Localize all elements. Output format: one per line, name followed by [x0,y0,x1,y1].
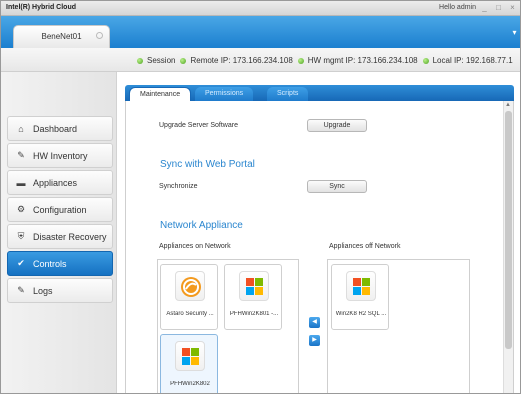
user-greeting: Hello admin [439,4,476,11]
sidebar-item-hw-inventory[interactable]: ✎ HW Inventory [7,143,113,168]
controls-icon: ✔ [17,258,25,268]
network-section-title: Network Appliance [160,220,243,231]
content-scrollbar[interactable]: ▲ [503,101,513,393]
sidebar-item-label: Controls [33,258,67,269]
appliance-name: Win2K8 R2 SQL ... [335,311,387,317]
tab-scripts[interactable]: Scripts [267,87,309,101]
move-right-arrow-icon[interactable]: ▶ [309,335,320,346]
inventory-icon: ✎ [17,150,25,160]
sync-button[interactable]: Sync [307,180,367,193]
on-network-label: Appliances on Network [159,243,231,250]
main-panel: Maintenance Permissions Scripts Upgrade … [125,85,514,393]
status-dot-icon [137,57,143,64]
top-banner: BeneNet01 ▾ [1,16,520,48]
sync-section-title: Sync with Web Portal [160,159,255,170]
appliance-name: PFHWin2K802 [170,381,210,387]
appliance-tile[interactable]: Win2K8 R2 SQL ... [331,264,389,330]
sidebar: ⌂ Dashboard ✎ HW Inventory ▬ Appliances … [1,72,117,393]
move-left-arrow-icon[interactable]: ◀ [309,317,320,328]
sidebar-nav: ⌂ Dashboard ✎ HW Inventory ▬ Appliances … [7,116,113,305]
sidebar-item-label: Disaster Recovery [33,231,107,242]
close-icon[interactable]: × [507,3,518,13]
sidebar-item-dashboard[interactable]: ⌂ Dashboard [7,116,113,141]
sidebar-item-logs[interactable]: ✎ Logs [7,278,113,303]
session-status: Session [137,56,175,65]
title-bar: Intel(R) Hybrid Cloud Hello admin _ □ × [1,1,520,16]
panel-close-icon[interactable]: ▾ [510,28,519,37]
appliance-tile[interactable]: PFHWin2K801 -... [224,264,282,330]
sidebar-item-label: Dashboard [33,123,78,134]
tab-close-icon[interactable] [96,32,103,39]
sidebar-item-label: Appliances [33,177,78,188]
sidebar-item-label: HW Inventory [33,150,88,161]
home-icon: ⌂ [18,123,24,134]
off-network-label: Appliances off Network [329,243,401,250]
status-dot-icon [297,57,304,64]
upgrade-label: Upgrade Server Software [159,122,238,129]
local-ip-status: Local IP: 192.168.77.1 [422,56,513,65]
sidebar-item-label: Configuration [33,204,87,215]
windows-icon [239,271,269,301]
site-tab[interactable]: BeneNet01 [13,25,110,48]
on-network-list[interactable]: Astaro Security ... PFHWin2K801 -... PFH… [157,259,299,393]
astaro-icon [175,271,205,301]
appliance-icon: ▬ [16,177,26,188]
tab-strip: Maintenance Permissions Scripts [125,85,514,101]
window-controls: _ □ × [479,3,518,13]
scroll-thumb[interactable] [505,111,512,349]
off-network-list[interactable]: Win2K8 R2 SQL ... [327,259,470,393]
sidebar-item-label: Logs [33,285,53,296]
upgrade-button[interactable]: Upgrade [307,119,367,132]
sidebar-item-controls[interactable]: ✔ Controls [7,251,113,276]
log-icon: ✎ [17,285,25,295]
status-dot-icon [422,57,429,64]
maintenance-content: Upgrade Server Software Upgrade Sync wit… [125,101,514,393]
app-window: Intel(R) Hybrid Cloud Hello admin _ □ × … [0,0,521,394]
gear-icon: ⚙ [16,204,26,214]
sidebar-item-configuration[interactable]: ⚙ Configuration [7,197,113,222]
remote-ip-status: Remote IP: 173.166.234.108 [180,56,293,65]
minimize-icon[interactable]: _ [479,3,490,13]
sidebar-item-disaster-recovery[interactable]: ⛨ Disaster Recovery [7,224,113,249]
appliance-tile[interactable]: Astaro Security ... [160,264,218,330]
windows-icon [346,271,376,301]
appliance-name: Astaro Security ... [166,311,214,317]
sidebar-item-appliances[interactable]: ▬ Appliances [7,170,113,195]
windows-icon [175,341,205,371]
status-dot-icon [180,57,187,64]
status-bar: Session Remote IP: 173.166.234.108 HW mg… [1,48,520,72]
site-tab-label: BeneNet01 [41,32,82,41]
shield-icon: ⛨ [17,231,25,241]
sync-label: Synchronize [159,183,198,190]
appliance-name: PFHWin2K801 -... [229,311,279,317]
tab-permissions[interactable]: Permissions [195,87,254,101]
app-title: Intel(R) Hybrid Cloud [6,4,76,11]
tab-maintenance[interactable]: Maintenance [129,87,192,101]
hw-mgmt-ip-status: HW mgmt IP: 173.166.234.108 [297,56,418,65]
appliance-tile[interactable]: PFHWin2K802 [160,334,218,393]
scroll-up-icon[interactable]: ▲ [505,102,511,108]
maximize-icon[interactable]: □ [493,3,504,13]
